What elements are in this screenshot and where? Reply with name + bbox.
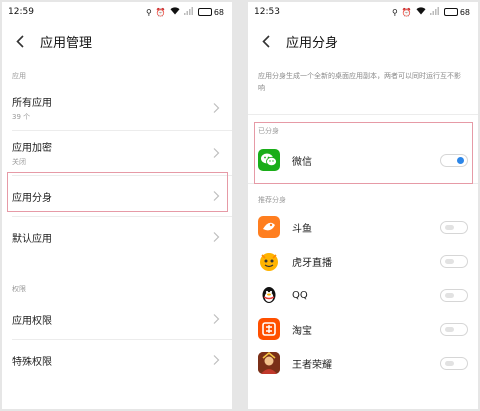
status-icons: ⚲ ⏰ 68 [392,7,470,17]
description-text: 应用分身生成一个全新的桌面应用副本，两者可以同时运行互不影响 [258,72,461,92]
clone-toggle[interactable] [440,153,468,167]
wifi-icon [416,7,426,17]
huya-icon [258,250,280,272]
menu-item-special-permissions[interactable]: 特殊权限 [2,340,232,380]
menu-item-title: 默认应用 [12,233,52,245]
menu-item-subtitle: 关闭 [12,158,26,166]
divider [248,183,478,184]
menu-item-title: 应用分身 [12,192,52,204]
app-row-huya[interactable]: 虎牙直播 [248,244,478,278]
chevron-right-icon [212,147,220,159]
chevron-right-icon [212,231,220,243]
app-name: QQ [292,289,308,301]
chevron-right-icon [212,102,220,114]
section-label-apps: 应用 [12,72,26,80]
honor-of-kings-icon [258,352,280,374]
status-bar: 12:59 ⚲ ⏰ 68 [2,2,232,22]
app-clone-screen: 12:53 ⚲ ⏰ 68 应用分身 应用分身生成一个全新的桌面应用副本，两者可以… [248,2,478,409]
douyu-icon [258,216,280,238]
app-row-qq[interactable]: QQ [248,278,478,312]
app-row-douyu[interactable]: 斗鱼 [248,210,478,244]
back-arrow-icon[interactable] [12,33,28,49]
app-name: 虎牙直播 [292,257,332,269]
clone-toggle[interactable] [440,322,468,336]
clone-toggle[interactable] [440,288,468,302]
wechat-icon [258,149,280,171]
menu-item-app-permissions[interactable]: 应用权限 [2,299,232,339]
status-time: 12:59 [8,7,34,17]
page-header: 应用管理 [2,22,232,60]
clone-toggle[interactable] [440,220,468,234]
menu-item-title: 应用权限 [12,315,52,327]
app-row-wechat[interactable]: 微信 [248,141,478,179]
app-row-honor-of-kings[interactable]: 王者荣耀 [248,346,478,380]
section-label-permissions: 权限 [12,285,26,293]
alarm-icon: ⏰ [155,7,166,17]
app-row-taobao[interactable]: 淘宝 [248,312,478,346]
battery-icon: 68 [443,7,470,17]
status-bar: 12:53 ⚲ ⏰ 68 [248,2,478,22]
divider [248,114,478,115]
battery-level: 68 [459,7,470,17]
status-icons: ⚲ ⏰ 68 [146,7,224,17]
clone-toggle[interactable] [440,254,468,268]
page-title: 应用分身 [286,35,339,51]
menu-item-app-lock[interactable]: 应用加密 关闭 [2,131,232,175]
app-name: 王者荣耀 [292,359,332,371]
usb-icon: ⚲ [391,7,398,17]
menu-item-default-apps[interactable]: 默认应用 [2,217,232,257]
chevron-right-icon [212,313,220,325]
alarm-icon: ⏰ [401,7,412,17]
menu-item-all-apps[interactable]: 所有应用 39 个 [2,86,232,130]
back-arrow-icon[interactable] [258,33,274,49]
signal-icon [183,7,194,17]
menu-item-subtitle: 39 个 [12,113,31,121]
wifi-icon [170,7,180,17]
signal-icon [429,7,440,17]
app-name: 斗鱼 [292,223,312,235]
section-label-cloned: 已分身 [258,127,279,135]
menu-item-title: 特殊权限 [12,356,52,368]
chevron-right-icon [212,354,220,366]
qq-icon [258,284,280,306]
battery-icon: 68 [197,7,224,17]
menu-item-title: 所有应用 [12,98,52,109]
chevron-right-icon [212,190,220,202]
app-name: 微信 [292,156,312,168]
section-label-recommended: 推荐分身 [258,196,286,204]
app-name: 淘宝 [292,325,312,337]
taobao-icon [258,318,280,340]
app-management-screen: 12:59 ⚲ ⏰ 68 应用管理 应用 所有应用 39 个 应用加密 关闭 应… [2,2,232,409]
page-header: 应用分身 [248,22,478,60]
menu-item-app-clone[interactable]: 应用分身 [2,176,232,216]
menu-item-title: 应用加密 [12,143,52,154]
battery-level: 68 [213,7,224,17]
status-time: 12:53 [254,7,280,17]
clone-toggle[interactable] [440,356,468,370]
usb-icon: ⚲ [145,7,152,17]
page-title: 应用管理 [40,35,93,51]
